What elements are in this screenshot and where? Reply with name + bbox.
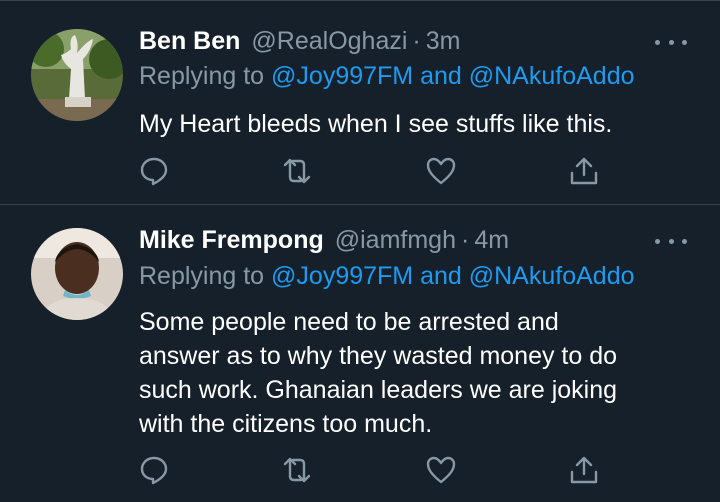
user-handle[interactable]: @iamfmgh [335,226,456,255]
man-photo [31,228,123,320]
mention-link[interactable]: @NAkufoAddo [469,262,635,290]
mention-link[interactable]: @Joy997FM [271,62,413,90]
retweet-icon[interactable] [281,454,313,486]
avatar[interactable] [31,228,123,320]
display-name[interactable]: Mike Frempong [139,226,324,255]
tweet-text: Some people need to be arrested and answ… [139,308,618,438]
share-icon[interactable] [568,454,600,486]
mention-joiner: and [420,62,462,90]
tweet-header: Mike Frempong @iamfmgh · 4m [139,223,509,257]
mention-link[interactable]: @NAkufoAddo [469,62,635,90]
reply-icon[interactable] [138,454,170,486]
share-icon[interactable] [568,155,600,187]
more-icon[interactable] [655,231,687,251]
timestamp[interactable]: 4m [474,226,509,255]
mention-link[interactable]: @Joy997FM [271,262,413,290]
separator-dot: · [461,225,470,254]
separator-dot: · [412,26,421,55]
replying-to: Replying to @Joy997FM and @NAkufoAddo [139,262,635,291]
timestamp[interactable]: 3m [426,27,461,56]
replying-to: Replying to @Joy997FM and @NAkufoAddo [139,62,635,91]
replying-prefix: Replying to [139,262,265,290]
like-icon[interactable] [425,454,457,486]
more-icon[interactable] [655,32,687,52]
tweet-1[interactable]: Ben Ben @RealOghazi · 3m Replying to @Jo… [0,0,720,204]
tweet-2[interactable]: Mike Frempong @iamfmgh · 4m Replying to … [0,205,720,502]
retweet-icon[interactable] [281,155,313,187]
user-handle[interactable]: @RealOghazi [251,27,407,56]
like-icon[interactable] [425,155,457,187]
tweet-actions [138,454,608,486]
tweet-text: My Heart bleeds when I see stuffs like t… [139,110,613,138]
mention-joiner: and [420,262,462,290]
statue-photo [31,29,123,121]
replying-prefix: Replying to [139,62,265,90]
reply-icon[interactable] [138,155,170,187]
display-name[interactable]: Ben Ben [139,27,240,56]
tweet-actions [138,155,608,187]
avatar[interactable] [31,29,123,121]
tweet-header: Ben Ben @RealOghazi · 3m [139,24,460,58]
